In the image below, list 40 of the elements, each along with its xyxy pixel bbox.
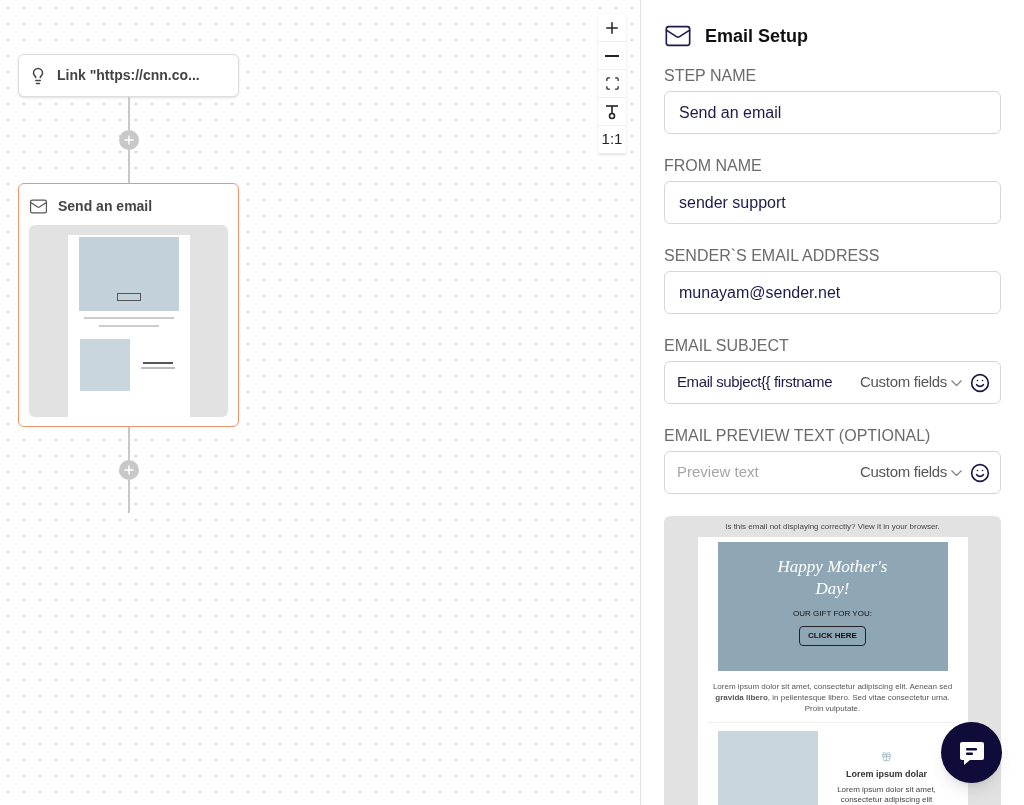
fit-button[interactable] bbox=[598, 70, 626, 98]
mail-icon bbox=[29, 197, 48, 216]
align-center-icon bbox=[605, 103, 619, 120]
zoom-out-icon bbox=[605, 54, 619, 57]
personalized-text-field[interactable]: Email subject{{ firstname Custom fields bbox=[664, 361, 1001, 404]
zoom-out-button[interactable] bbox=[598, 42, 626, 70]
field-label: STEP NAME bbox=[664, 66, 758, 86]
field-label: FROM NAME bbox=[664, 156, 763, 176]
text-field[interactable]: munayam@sender.net bbox=[664, 271, 1001, 314]
click-here-button[interactable]: CLICK HERE bbox=[799, 626, 866, 646]
personalized-text-field[interactable]: Preview text Custom fields bbox=[664, 451, 1001, 494]
custom-fields-dropdown[interactable]: Custom fields bbox=[860, 461, 962, 484]
center-button[interactable] bbox=[598, 98, 626, 126]
hero-title: Happy Mother's Day! bbox=[776, 556, 889, 600]
email-node[interactable]: Send an email bbox=[18, 183, 239, 427]
emoji-icon[interactable] bbox=[970, 372, 990, 393]
body-paragraph: Lorem ipsum dolor sit amet, consectetur adipiscing elit. Aenean sed gravida libero, in pellentesque libero. Sed vitae consectetur urna. Proin vulputate. bbox=[712, 681, 953, 714]
node-title: Send an email bbox=[58, 197, 153, 216]
field-label: EMAIL SUBJECT bbox=[664, 336, 790, 356]
gift-icon bbox=[881, 751, 892, 762]
text-field[interactable]: sender support bbox=[664, 181, 1001, 224]
panel-title: Email Setup bbox=[705, 24, 809, 48]
fit-view-icon bbox=[604, 76, 620, 91]
trigger-node[interactable]: Link "https://cnn.co... bbox=[18, 54, 239, 97]
emoji-icon[interactable] bbox=[970, 462, 990, 483]
plus-icon bbox=[121, 133, 136, 147]
chevron-down-icon bbox=[951, 379, 962, 386]
zoom-in-button[interactable] bbox=[598, 14, 626, 42]
browser-link-note: Is this email not displaying correctly? View it in your browser. bbox=[725, 521, 940, 533]
text-field[interactable]: Send an email bbox=[664, 91, 1001, 134]
custom-fields-dropdown[interactable]: Custom fields bbox=[860, 371, 962, 394]
chevron-down-icon bbox=[951, 469, 962, 476]
plus-icon bbox=[121, 463, 136, 477]
field-label: SENDER`S EMAIL ADDRESS bbox=[664, 246, 881, 266]
feature-text: Lorem ipsum dolor sit amet, consectetur adipiscing elit bbox=[836, 784, 937, 805]
hero-caption: OUR GIFT FOR YOU: bbox=[793, 608, 872, 620]
node-title: Link "https://cnn.co... bbox=[57, 66, 200, 85]
field-label: EMAIL PREVIEW TEXT (OPTIONAL) bbox=[664, 426, 932, 446]
actual-size-button[interactable]: 1:1 bbox=[598, 126, 626, 154]
feature-title: Lorem ipsum dolar bbox=[846, 768, 927, 781]
